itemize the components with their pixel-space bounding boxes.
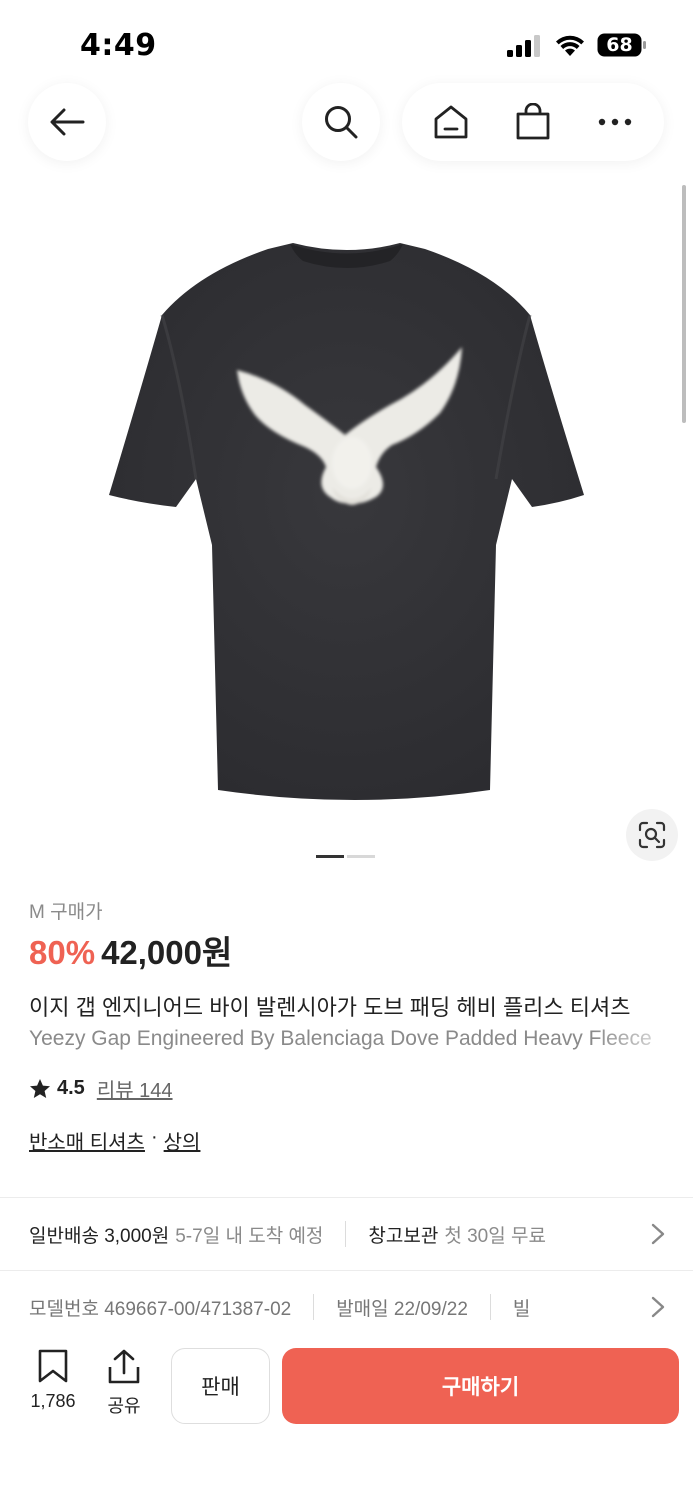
category-breadcrumb: 반소매 티셔츠 · 상의 (29, 1126, 200, 1155)
lens-icon (638, 821, 666, 849)
search-icon (325, 106, 358, 139)
storage-detail: 첫 30일 무료 (444, 1225, 546, 1247)
chevron-right-icon (651, 1223, 665, 1245)
product-title-ko: 이지 갭 엔지니어드 바이 발렌시아가 도브 패딩 헤비 플리스 티셔츠 (29, 995, 631, 1020)
image-pager (316, 855, 375, 858)
size-price-label: M 구매가 (29, 902, 103, 923)
star-icon (30, 1078, 50, 1098)
sell-button[interactable]: 판매 (171, 1348, 270, 1424)
category-link-tshirt[interactable]: 반소매 티셔츠 (29, 1126, 145, 1155)
category-separator: · (150, 1126, 158, 1148)
cart-button[interactable] (503, 92, 563, 152)
product-title-en: Yeezy Gap Engineered By Balenciaga Dove … (29, 1027, 652, 1050)
back-arrow-icon (50, 108, 85, 136)
rating-value: 4.5 (57, 1077, 85, 1099)
meta-extra: 빌 (512, 1298, 531, 1320)
scrollbar[interactable] (682, 185, 686, 423)
home-icon (434, 105, 468, 139)
product-image[interactable] (100, 235, 593, 810)
shopping-bag-icon (516, 103, 550, 140)
storage-label: 창고보관 (368, 1225, 439, 1247)
shipping-eta: 5-7일 내 도착 예정 (175, 1225, 324, 1247)
separator (313, 1294, 315, 1320)
separator (345, 1221, 347, 1247)
price: 42,000원 (101, 934, 233, 971)
battery-icon: 68 (597, 33, 647, 57)
meta-row[interactable]: 모델번호 469667-00/471387-02 발매일 22/09/22 빌 (29, 1291, 669, 1323)
share-button[interactable]: 공유 (98, 1349, 150, 1418)
pager-dot (347, 855, 375, 858)
nav-button-group (402, 83, 664, 161)
more-icon (598, 118, 632, 126)
bookmark-button[interactable]: 1,786 (23, 1349, 83, 1412)
more-button[interactable] (585, 92, 645, 152)
bookmark-icon (38, 1349, 68, 1383)
wifi-icon (556, 35, 584, 56)
model-number: 모델번호 469667-00/471387-02 (29, 1298, 292, 1320)
home-button[interactable] (421, 92, 481, 152)
category-link-top[interactable]: 상의 (164, 1126, 201, 1155)
divider (0, 1197, 693, 1198)
share-icon (108, 1349, 140, 1384)
search-button[interactable] (302, 83, 380, 161)
chevron-right-icon (651, 1296, 665, 1318)
shipping-row[interactable]: 일반배송 3,000원 5-7일 내 도착 예정 창고보관 첫 30일 무료 (29, 1218, 669, 1250)
shipping-label: 일반배송 3,000원 (29, 1225, 170, 1247)
divider (0, 1270, 693, 1271)
price-row: 80% 42,000원 (29, 926, 232, 974)
discount-rate: 80% (29, 934, 96, 971)
release-date: 발매일 22/09/22 (336, 1298, 468, 1320)
share-label: 공유 (107, 1396, 141, 1416)
status-time: 4:49 (80, 28, 157, 63)
bookmark-count: 1,786 (30, 1391, 76, 1411)
status-bar: 4:49 68 (0, 0, 693, 80)
image-search-button[interactable] (626, 809, 678, 861)
separator (489, 1294, 491, 1320)
cellular-signal-icon (507, 35, 540, 57)
buy-button[interactable]: 구매하기 (282, 1348, 679, 1424)
rating-row: 4.5 리뷰 144 (29, 1074, 173, 1103)
pager-dot-active (316, 855, 344, 858)
review-link[interactable]: 리뷰 144 (97, 1074, 173, 1103)
back-button[interactable] (28, 83, 106, 161)
battery-level: 68 (606, 34, 633, 56)
